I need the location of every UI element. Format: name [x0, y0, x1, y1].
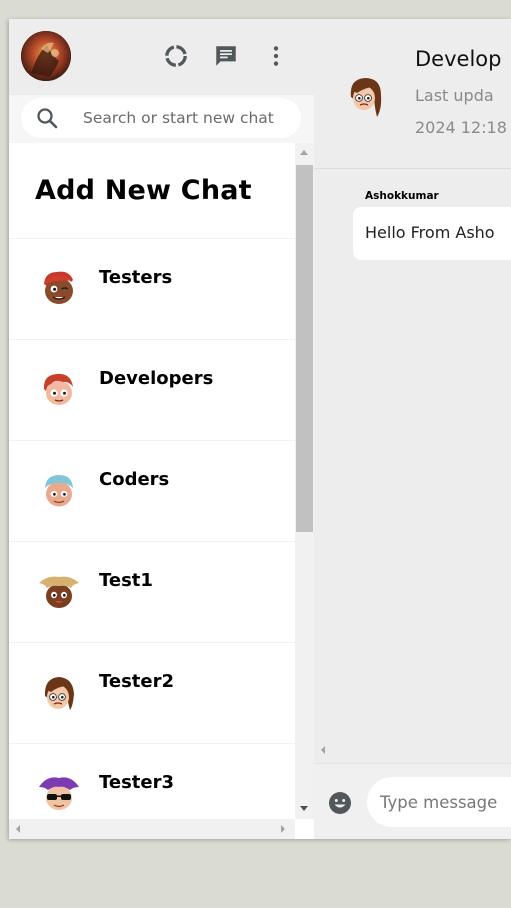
avatar-test1	[37, 569, 81, 613]
chat-panel: Develop Last upda 2024 12:18 Ashokkumar …	[314, 19, 511, 839]
chat-list: Add New Chat Testers Developers Coders T…	[9, 143, 295, 819]
search-box	[21, 98, 301, 138]
search-input[interactable]	[83, 106, 295, 130]
message-horizontal-scrollbar[interactable]	[314, 741, 511, 759]
chat-header: Develop Last upda 2024 12:18	[314, 19, 511, 169]
sidebar-header	[9, 19, 314, 95]
chat-icon[interactable]	[213, 43, 239, 69]
chat-row-developers[interactable]: Developers	[9, 340, 295, 441]
chat-room-avatar[interactable]	[346, 73, 386, 119]
refresh-icon[interactable]	[163, 43, 189, 69]
chat-list-horizontal-scrollbar[interactable]	[9, 819, 295, 839]
chat-room-title: Develop	[415, 47, 502, 71]
last-updated-time: 2024 12:18	[415, 118, 507, 137]
chat-row-tester3[interactable]: Tester3	[9, 744, 295, 819]
page-top-strip	[0, 0, 511, 18]
scroll-left-arrow-icon[interactable]	[321, 746, 325, 754]
emoji-icon[interactable]	[328, 791, 352, 815]
chat-footer	[314, 763, 511, 839]
scrollbar-corner	[295, 819, 314, 839]
chat-name: Coders	[99, 469, 170, 490]
more-vert-icon[interactable]	[263, 43, 289, 69]
avatar-developers	[37, 367, 81, 411]
chat-row-testers[interactable]: Testers	[9, 239, 295, 340]
chat-name: Tester3	[99, 772, 175, 793]
chat-app-window: Add New Chat Testers	[9, 19, 511, 839]
chat-name: Test1	[99, 570, 153, 591]
search-container	[9, 95, 314, 143]
message-area: Ashokkumar Hello From Asho	[314, 169, 511, 739]
chat-name: Developers	[99, 368, 214, 389]
chat-row-tester2[interactable]: Tester2	[9, 643, 295, 744]
last-updated-label: Last upda	[415, 86, 494, 105]
scroll-down-arrow-icon[interactable]	[300, 806, 308, 811]
avatar-coders	[37, 468, 81, 512]
chat-name: Testers	[99, 267, 173, 288]
sidebar: Add New Chat Testers	[9, 19, 314, 839]
scroll-up-arrow-icon[interactable]	[300, 150, 308, 155]
chat-list-scrollbar[interactable]	[295, 143, 314, 819]
add-new-chat-button[interactable]: Add New Chat	[9, 143, 295, 239]
chat-row-coders[interactable]: Coders	[9, 441, 295, 542]
message-input[interactable]	[367, 777, 511, 827]
horizontal-scrollbar-thumb[interactable]	[31, 821, 261, 836]
avatar-testers	[37, 266, 81, 310]
message-sender: Ashokkumar	[365, 190, 439, 202]
user-avatar[interactable]	[21, 31, 71, 81]
avatar-tester2	[37, 670, 81, 714]
search-icon	[35, 106, 59, 130]
avatar-tester3	[37, 771, 81, 815]
chat-row-test1[interactable]: Test1	[9, 542, 295, 643]
scroll-right-arrow-icon[interactable]	[281, 825, 285, 833]
message-bubble: Hello From Asho	[353, 207, 511, 260]
scroll-left-arrow-icon[interactable]	[16, 825, 20, 833]
chat-name: Tester2	[99, 671, 175, 692]
scrollbar-thumb[interactable]	[296, 165, 313, 532]
